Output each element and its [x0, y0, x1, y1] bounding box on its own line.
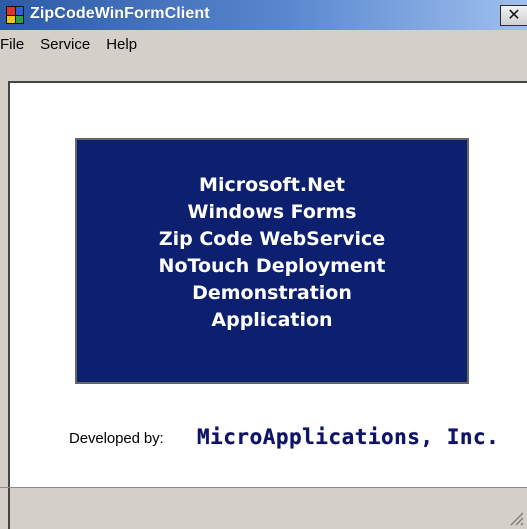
app-icon[interactable] — [6, 6, 24, 24]
close-button[interactable]: ✕ — [500, 5, 527, 26]
close-icon: ✕ — [507, 6, 521, 24]
resize-grip-svg — [510, 512, 524, 526]
menu-item-file[interactable]: File — [0, 33, 32, 57]
application-banner: Microsoft.Net Windows Forms Zip Code Web… — [75, 138, 469, 384]
menu-item-help[interactable]: Help — [98, 33, 145, 57]
application-window: ZipCodeWinFormClient ✕ File Service Help… — [0, 0, 527, 529]
company-logo: MicroApplications, Inc. — [197, 425, 500, 449]
app-icon-blue — [15, 7, 23, 15]
status-bar — [0, 487, 527, 529]
menu-bar: File Service Help — [0, 30, 527, 60]
resize-grip-icon[interactable] — [503, 505, 525, 527]
title-bar[interactable]: ZipCodeWinFormClient ✕ — [0, 0, 527, 30]
banner-line-3: Zip Code WebService — [158, 228, 386, 250]
banner-line-4: NoTouch Deployment — [158, 255, 386, 277]
banner-line-2: Windows Forms — [187, 201, 357, 223]
app-icon-green — [15, 15, 23, 23]
app-icon-red — [7, 7, 15, 15]
window-title: ZipCodeWinFormClient — [30, 5, 210, 22]
developed-by-label: Developed by: — [69, 430, 164, 447]
banner-text: Microsoft.Net Windows Forms Zip Code Web… — [159, 172, 386, 334]
banner-line-6: Application — [211, 309, 333, 331]
banner-line-1: Microsoft.Net — [199, 174, 345, 196]
menu-item-service[interactable]: Service — [32, 33, 98, 57]
banner-line-5: Demonstration — [192, 282, 352, 304]
status-bar-divider — [8, 488, 10, 529]
app-icon-yellow — [7, 15, 15, 23]
